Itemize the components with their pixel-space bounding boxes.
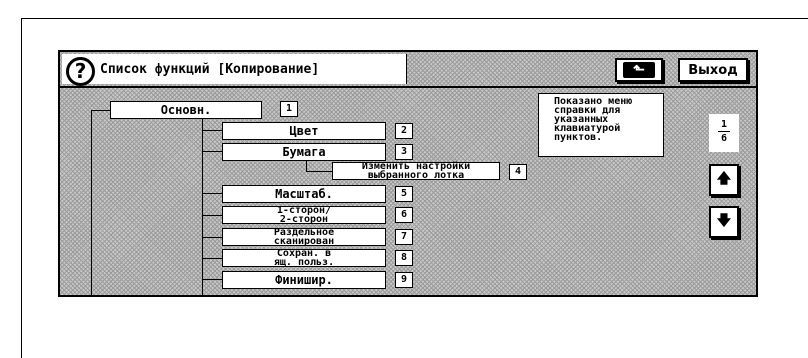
question-mark-icon: ? bbox=[66, 57, 95, 86]
tree-node-duplex[interactable]: 1-сторон/ 2-сторон bbox=[222, 206, 386, 225]
branch-2 bbox=[202, 130, 222, 131]
tree-node-paper-num: 3 bbox=[395, 144, 413, 160]
tree-node-duplex-num: 6 bbox=[395, 207, 413, 223]
tree-node-zoom[interactable]: Масштаб. bbox=[222, 185, 386, 203]
tree-node-tray-settings[interactable]: Изменить настройки выбранного лотка bbox=[332, 162, 500, 181]
branch-6 bbox=[202, 215, 222, 216]
tree-node-separate-scan[interactable]: Раздельное сканирован bbox=[222, 228, 386, 247]
tree-branch-vline bbox=[202, 118, 203, 295]
tree-node-finishing[interactable]: Финишир. bbox=[222, 271, 386, 289]
branch-5 bbox=[202, 193, 222, 194]
branch-8 bbox=[202, 258, 222, 259]
duplex-line-2: 2-сторон bbox=[279, 214, 329, 225]
tree-node-zoom-num: 5 bbox=[395, 186, 413, 202]
tree-node-save-box[interactable]: Сохран. в ящ. польз. bbox=[222, 249, 386, 268]
save-box-line-2: ящ. польз. bbox=[273, 257, 335, 268]
exit-button[interactable]: Выход bbox=[678, 58, 748, 82]
function-list-panel: ? Список функций [Копирование] ⬑ Выход О… bbox=[58, 50, 758, 297]
tree-node-tray-settings-num: 4 bbox=[509, 164, 527, 180]
arrow-up-icon: 🡅 bbox=[716, 171, 732, 187]
arrow-down-icon: 🡇 bbox=[716, 213, 732, 229]
return-arrow-icon: ⬑ bbox=[623, 62, 655, 78]
page-down-button[interactable]: 🡇 bbox=[709, 206, 739, 238]
tree-sub-hline bbox=[306, 171, 332, 172]
tree-node-color-num: 2 bbox=[395, 123, 413, 139]
tree-root-hline bbox=[91, 110, 111, 111]
page-total: 6 bbox=[720, 133, 728, 144]
title-box: ? Список функций [Копирование] bbox=[62, 54, 407, 86]
tree-node-color[interactable]: Цвет bbox=[222, 122, 386, 140]
tree-node-paper[interactable]: Бумага bbox=[222, 143, 386, 161]
tray-settings-line-2: выбранного лотка bbox=[367, 170, 465, 181]
page-current: 1 bbox=[720, 119, 728, 130]
title-bar: ? Список функций [Копирование] ⬑ Выход bbox=[60, 52, 756, 88]
separate-scan-line-2: сканирован bbox=[273, 236, 335, 247]
tree-root-vline bbox=[91, 110, 92, 295]
tree-node-root[interactable]: Основн. bbox=[110, 101, 262, 119]
page-sidebar: 1 6 🡅 🡇 bbox=[696, 88, 756, 295]
branch-9 bbox=[202, 279, 222, 280]
tree-node-finishing-num: 9 bbox=[395, 272, 413, 288]
function-tree-area: Основн. 1 Цвет 2 Бумага 3 Изменить настр… bbox=[62, 88, 694, 295]
help-line-5: пунктов. bbox=[554, 132, 603, 143]
page-divider bbox=[718, 131, 730, 132]
branch-7 bbox=[202, 237, 222, 238]
tree-node-root-num: 1 bbox=[280, 101, 298, 117]
back-button[interactable]: ⬑ bbox=[615, 58, 663, 82]
tree-node-save-box-num: 8 bbox=[395, 250, 413, 266]
page-title: Список функций [Копирование] bbox=[100, 62, 320, 77]
page-indicator: 1 6 bbox=[709, 114, 739, 152]
page-up-button[interactable]: 🡅 bbox=[709, 164, 739, 196]
branch-3 bbox=[202, 151, 222, 152]
help-message: Показано меню справки для указанных клав… bbox=[538, 93, 664, 157]
tree-node-separate-scan-num: 7 bbox=[395, 229, 413, 245]
